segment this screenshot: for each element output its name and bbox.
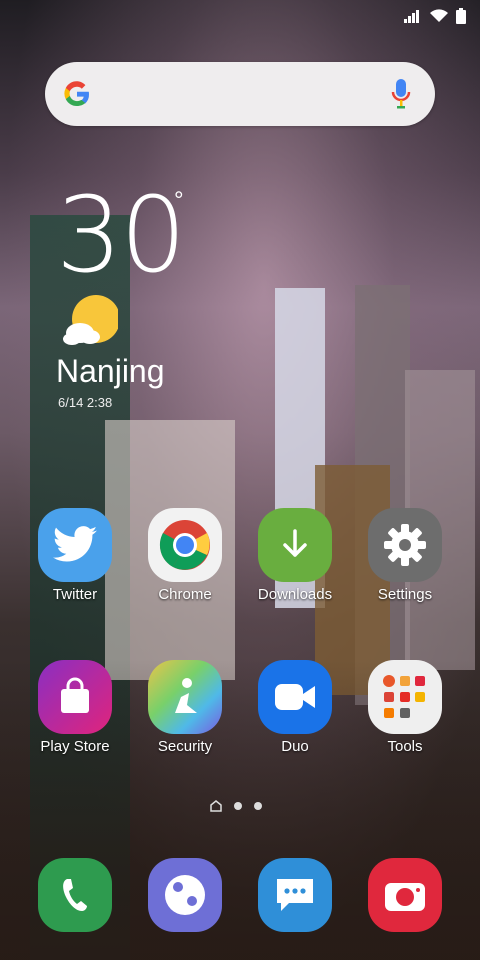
dock-phone[interactable]	[20, 858, 130, 932]
video-camera-icon	[258, 660, 332, 734]
dock-internet[interactable]	[130, 858, 240, 932]
app-chrome[interactable]: Chrome	[130, 508, 240, 603]
camera-icon	[368, 858, 442, 932]
app-twitter[interactable]: Twitter	[20, 508, 130, 603]
internet-icon	[148, 858, 222, 932]
folder-icon	[368, 660, 442, 734]
app-settings[interactable]: Settings	[350, 508, 460, 603]
download-icon	[258, 508, 332, 582]
gear-icon	[368, 508, 442, 582]
temperature: 30	[56, 174, 186, 296]
signal-icon	[404, 10, 419, 23]
microphone-icon[interactable]	[391, 79, 411, 109]
city-name: Nanjing	[56, 353, 165, 389]
google-logo-icon	[64, 81, 90, 107]
updated-time: 6/14 2:38	[58, 395, 113, 410]
security-icon	[148, 660, 222, 734]
app-label: Tools	[387, 738, 423, 755]
app-play-store[interactable]: Play Store	[20, 660, 130, 755]
app-label: Settings	[377, 586, 433, 603]
app-duo[interactable]: Duo	[240, 660, 350, 755]
home-page-icon	[210, 800, 222, 812]
app-tools-folder[interactable]: Tools	[350, 660, 460, 755]
messages-icon	[258, 858, 332, 932]
wifi-icon	[430, 9, 448, 22]
app-downloads[interactable]: Downloads	[240, 508, 350, 603]
partly-cloudy-icon	[63, 295, 118, 345]
phone-icon	[38, 858, 112, 932]
app-label: Security	[157, 738, 213, 755]
twitter-icon	[38, 508, 112, 582]
app-security[interactable]: Security	[130, 660, 240, 755]
page-indicator[interactable]	[210, 800, 262, 812]
shopping-bag-icon	[38, 660, 112, 734]
page-dot	[234, 802, 242, 810]
dock-camera[interactable]	[350, 858, 460, 932]
app-label: Twitter	[52, 586, 98, 603]
page-dot	[254, 802, 262, 810]
wallpaper	[0, 0, 480, 960]
battery-icon	[456, 8, 466, 24]
dock-messages[interactable]	[240, 858, 350, 932]
app-label: Play Store	[40, 738, 110, 755]
app-label: Downloads	[257, 586, 333, 603]
google-search-bar[interactable]	[45, 62, 435, 126]
degree-symbol: °	[174, 187, 184, 214]
status-bar	[0, 0, 480, 34]
chrome-icon	[148, 508, 222, 582]
app-label: Chrome	[158, 586, 212, 603]
app-label: Duo	[281, 738, 309, 755]
